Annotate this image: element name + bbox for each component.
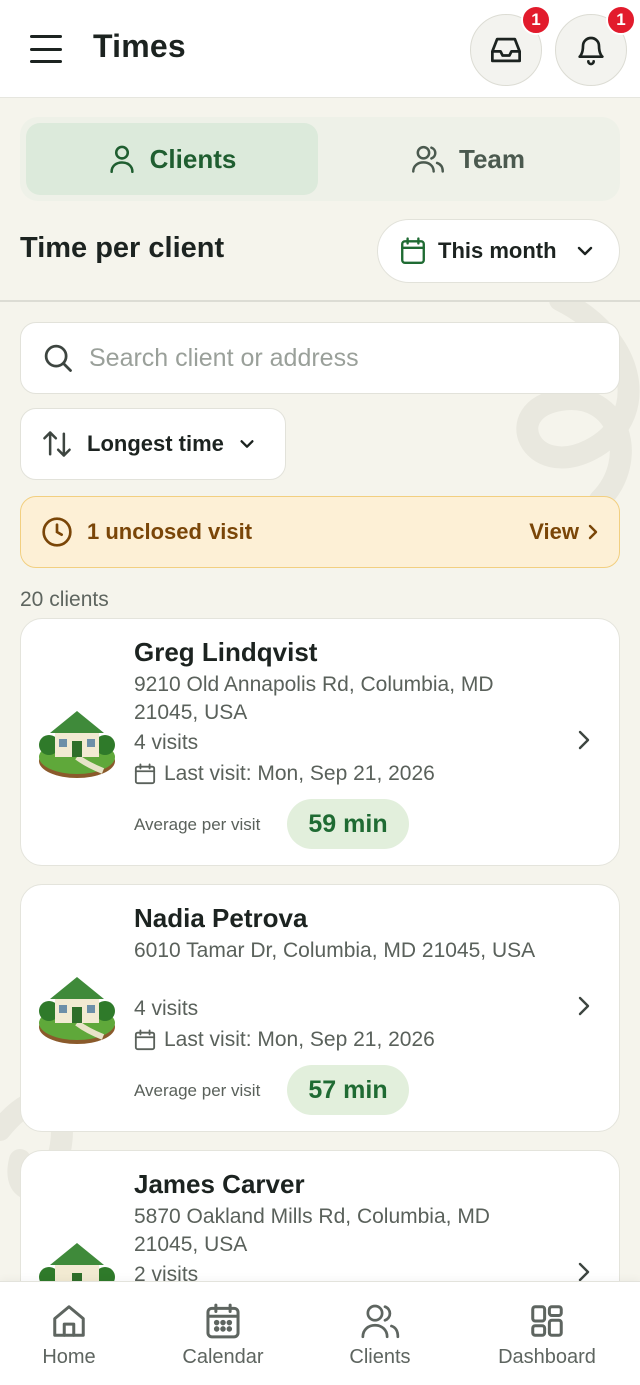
sort-icon	[43, 431, 71, 457]
page-title: Times	[93, 28, 186, 64]
alert-text: 1 unclosed visit	[87, 519, 253, 544]
chevron-right-icon	[578, 730, 590, 750]
alert-view-label: View	[529, 519, 579, 544]
section-title: Time per client	[20, 232, 225, 264]
tab-team[interactable]: Team	[322, 123, 614, 195]
nav-calendar[interactable]: Calendar	[178, 1302, 268, 1369]
nav-dashboard-label: Dashboard	[498, 1346, 596, 1368]
client-card[interactable]: Greg Lindqvist 9210 Old Annapolis Rd, Co…	[20, 618, 620, 866]
period-label: This month	[438, 238, 557, 263]
client-name: Greg Lindqvist	[134, 637, 318, 667]
menu-icon[interactable]	[28, 32, 64, 66]
avg-label: Average per visit	[134, 815, 261, 834]
inbox-badge: 1	[521, 5, 551, 35]
period-select[interactable]: This month	[377, 219, 620, 283]
client-card[interactable]: Nadia Petrova 6010 Tamar Dr, Columbia, M…	[20, 884, 620, 1132]
nav-dashboard[interactable]: Dashboard	[494, 1302, 600, 1369]
last-visit-text: Last visit: Mon, Sep 21, 2026	[164, 1028, 435, 1051]
chevron-down-icon	[240, 440, 254, 448]
search-input[interactable]	[89, 343, 619, 373]
client-visits: 4 visits	[134, 997, 199, 1020]
chevron-right-icon	[578, 996, 590, 1016]
client-name: James Carver	[134, 1169, 305, 1199]
avg-value-badge: 57 min	[287, 1065, 409, 1115]
chevron-right-icon	[588, 524, 598, 540]
dashboard-icon	[531, 1305, 563, 1337]
home-icon	[53, 1305, 85, 1337]
notifications-button[interactable]: 1	[555, 5, 636, 86]
calendar-icon	[401, 237, 425, 265]
inbox-button[interactable]: 1	[470, 5, 551, 86]
house-icon	[39, 977, 115, 1044]
avg-label: Average per visit	[134, 1081, 261, 1100]
nav-clients-label: Clients	[349, 1346, 411, 1368]
calendar-icon	[206, 1303, 240, 1339]
notifications-badge: 1	[606, 5, 636, 35]
bottom-navigation: Home Calendar Clients Dashboard	[0, 1281, 640, 1385]
bell-icon	[578, 36, 604, 66]
client-address: 5870 Oakland Mills Rd, Columbia, MD 2104…	[134, 1205, 490, 1256]
chevron-right-icon	[578, 1262, 590, 1282]
sort-label: Longest time	[87, 431, 224, 456]
client-address: 6010 Tamar Dr, Columbia, MD 21045, USA	[134, 939, 536, 962]
app-header: Times 1 1	[0, 0, 640, 98]
nav-calendar-label: Calendar	[182, 1346, 264, 1368]
unclosed-visit-alert[interactable]: 1 unclosed visit View	[20, 496, 620, 568]
chevron-down-icon	[577, 246, 592, 256]
avg-value-badge: 59 min	[287, 799, 409, 849]
users-icon	[412, 145, 444, 173]
nav-clients[interactable]: Clients	[344, 1302, 416, 1369]
last-visit: Last visit: Mon, Sep 21, 2026	[134, 1028, 435, 1052]
tab-team-label: Team	[459, 143, 525, 174]
last-visit: Last visit: Mon, Sep 21, 2026	[134, 762, 435, 786]
calendar-icon	[134, 1029, 156, 1051]
search-box	[20, 322, 620, 394]
nav-home[interactable]: Home	[38, 1302, 100, 1369]
calendar-icon	[134, 763, 156, 785]
inbox-icon	[491, 37, 521, 63]
clock-icon	[42, 517, 72, 547]
last-visit-text: Last visit: Mon, Sep 21, 2026	[164, 762, 435, 785]
users-icon	[361, 1304, 400, 1339]
client-count: 20 clients	[20, 588, 109, 611]
alert-view-link[interactable]: View	[529, 519, 599, 545]
user-icon	[110, 145, 134, 173]
client-name: Nadia Petrova	[134, 903, 308, 933]
divider	[0, 300, 640, 302]
house-icon	[39, 711, 115, 778]
sort-select[interactable]: Longest time	[20, 408, 286, 480]
tab-clients[interactable]: Clients	[26, 123, 318, 195]
search-icon	[44, 344, 72, 372]
client-address: 9210 Old Annapolis Rd, Columbia, MD 2104…	[134, 673, 494, 724]
client-visits: 4 visits	[134, 731, 199, 754]
nav-home-label: Home	[42, 1346, 96, 1368]
view-tabs: Clients Team	[20, 117, 620, 201]
tab-clients-label: Clients	[149, 143, 237, 174]
